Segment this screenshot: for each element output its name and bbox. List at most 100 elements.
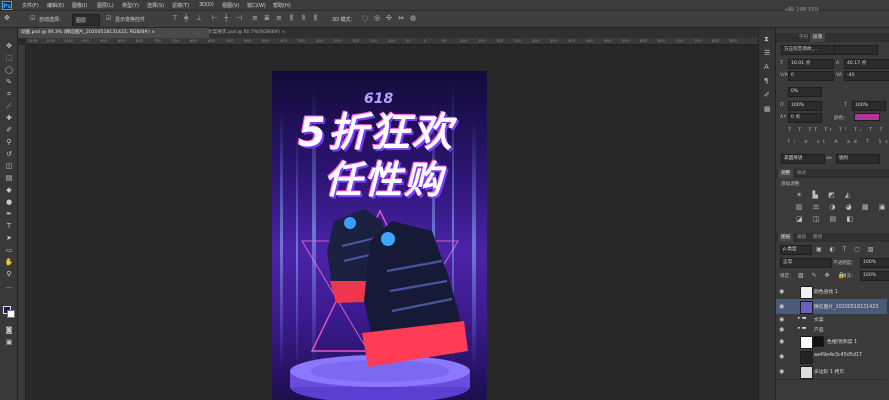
- tab-channels[interactable]: 通道: [794, 233, 809, 242]
- horizontal-scale-field[interactable]: 100%: [852, 101, 886, 111]
- hand-tool-icon[interactable]: ✋: [4, 258, 14, 267]
- blur-tool-icon[interactable]: ◆: [4, 186, 14, 195]
- properties-icon[interactable]: ☰: [764, 50, 770, 57]
- auto-select-dropdown[interactable]: 图层: [72, 14, 100, 26]
- text-panel-icon[interactable]: A: [764, 64, 769, 71]
- close-icon[interactable]: ×: [151, 30, 155, 35]
- align-right-icon[interactable]: ⊣: [236, 15, 242, 22]
- stamp-tool-icon[interactable]: ⚲: [4, 138, 14, 147]
- checkbox-icon[interactable]: ☑: [30, 15, 35, 22]
- menu-edit[interactable]: 编辑(E): [47, 2, 64, 9]
- history-icon[interactable]: ⧗: [764, 36, 769, 43]
- language-select[interactable]: 美国英语: [781, 154, 825, 164]
- distribute-h-icon[interactable]: ⫼: [290, 15, 293, 22]
- opentype-buttons[interactable]: fi σ st A ad T 1st ½: [788, 140, 889, 145]
- menu-filter[interactable]: 滤镜(T): [172, 2, 189, 9]
- menu-view[interactable]: 视图(V): [222, 2, 239, 9]
- lock-icons[interactable]: ▧ ✎ ✥ 🔒: [798, 272, 848, 279]
- blend-mode-select[interactable]: 正常: [780, 258, 832, 268]
- menu-window[interactable]: 窗口(W): [247, 2, 266, 9]
- align-top-icon[interactable]: ⊤: [172, 15, 178, 22]
- menu-file[interactable]: 文件(F): [22, 2, 39, 9]
- distribute-icon[interactable]: ≣: [264, 15, 270, 22]
- path-select-icon[interactable]: ➤: [4, 234, 14, 243]
- tab-character[interactable]: 字符: [796, 33, 811, 42]
- layer-row[interactable]: ◉ 色相/饱和度 1: [776, 334, 887, 350]
- align-center-icon[interactable]: ┼: [224, 15, 228, 22]
- tracking-field[interactable]: -40: [844, 71, 889, 81]
- swatches-icon[interactable]: ▦: [764, 106, 771, 113]
- eye-icon[interactable]: ◉: [779, 368, 784, 375]
- dodge-tool-icon[interactable]: ●: [4, 198, 14, 207]
- eraser-tool-icon[interactable]: ◫: [4, 162, 14, 171]
- brush-tool-icon[interactable]: ✐: [4, 126, 14, 135]
- 3d-pan-icon[interactable]: ✣: [386, 15, 392, 22]
- distribute-icon[interactable]: ≡: [252, 15, 258, 22]
- distribute-h-icon[interactable]: ⫼: [314, 15, 317, 22]
- layer-row-selected[interactable]: ◉ 微信图片_20200518131423: [776, 299, 887, 315]
- pen-tool-icon[interactable]: ✒: [4, 210, 14, 219]
- eye-icon[interactable]: ◉: [779, 353, 784, 360]
- tab-document-active[interactable]: 动画.psd @ 49.3% (微信图片_20200518131422, RGB…: [18, 28, 209, 38]
- menu-layer[interactable]: 图层(L): [97, 2, 114, 9]
- text-style-buttons[interactable]: T T TT Tr T¹ T₁ T T: [788, 128, 885, 133]
- menu-image[interactable]: 图像(I): [72, 2, 87, 9]
- layer-row[interactable]: ◉ ae49e4e3c45d5d17: [776, 349, 887, 365]
- text-color-swatch[interactable]: [854, 113, 880, 121]
- menu-type[interactable]: 类型(Y): [122, 2, 139, 9]
- distribute-h-icon[interactable]: ⦀: [302, 15, 305, 22]
- paragraph-icon[interactable]: ¶: [764, 78, 768, 85]
- 3d-roll-icon[interactable]: ◎: [374, 15, 380, 22]
- checkbox-icon[interactable]: ☑: [106, 15, 111, 22]
- quick-mask-icon[interactable]: ◙: [4, 326, 14, 335]
- opacity-field[interactable]: 100%: [860, 258, 889, 268]
- 3d-scale-icon[interactable]: ◍: [410, 15, 416, 22]
- layer-row[interactable]: ◉ 多边形 1 拷贝: [776, 364, 887, 380]
- move-tool-icon[interactable]: ✥: [4, 42, 14, 51]
- screen-mode-icon[interactable]: ▣: [4, 338, 14, 347]
- tab-paths[interactable]: 路径: [810, 233, 825, 242]
- zoom-tool-icon[interactable]: ⚲: [4, 270, 14, 279]
- tab-layers[interactable]: 图层: [778, 233, 794, 242]
- adjustment-icons-row2[interactable]: ▥ ⚖ ◑ ◕ ▦ ▣: [796, 203, 889, 211]
- layer-filter-icons[interactable]: ▣ ◐ T ▢ ▧: [816, 246, 877, 253]
- healing-tool-icon[interactable]: ✚: [4, 114, 14, 123]
- move-tool-icon[interactable]: ✥: [4, 15, 10, 22]
- tsume-field[interactable]: 0%: [788, 87, 822, 97]
- align-bottom-icon[interactable]: ⊥: [196, 15, 202, 22]
- type-tool-icon[interactable]: T: [4, 222, 14, 231]
- font-size-field[interactable]: 16.01 点: [788, 59, 834, 69]
- leading-field[interactable]: 40.17 点: [844, 59, 889, 69]
- adjustment-icons-row1[interactable]: ☀ ▙ ◩ ◭: [796, 191, 854, 199]
- quick-select-tool-icon[interactable]: ✎: [4, 78, 14, 87]
- tab-document[interactable]: 文案要求.psd @ 66.7%(RGB/8#) ×: [205, 28, 319, 38]
- baseline-shift-field[interactable]: 0 点: [788, 113, 822, 123]
- 3d-slide-icon[interactable]: ⇔: [398, 15, 404, 22]
- fill-field[interactable]: 100%: [860, 271, 889, 281]
- marquee-tool-icon[interactable]: ⬚: [4, 54, 14, 63]
- eyedropper-tool-icon[interactable]: ⟋: [4, 102, 14, 111]
- poster-canvas[interactable]: 618 5折狂欢 任性购: [272, 71, 487, 400]
- eye-icon[interactable]: ◉: [779, 338, 784, 345]
- history-brush-icon[interactable]: ↺: [4, 150, 14, 159]
- align-middle-icon[interactable]: ╪: [184, 15, 188, 22]
- layer-filter-select[interactable]: ρ 类型: [780, 245, 812, 255]
- background-color-swatch[interactable]: [7, 310, 15, 318]
- eye-icon[interactable]: ◉: [779, 326, 784, 333]
- close-icon[interactable]: ×: [281, 30, 285, 35]
- menu-3d[interactable]: 3D(D): [199, 2, 214, 8]
- tab-styles[interactable]: 样式: [794, 169, 809, 178]
- menu-help[interactable]: 帮助(H): [273, 2, 291, 9]
- lasso-tool-icon[interactable]: ◯: [4, 66, 14, 75]
- shape-tool-icon[interactable]: ▭: [4, 246, 14, 255]
- kerning-field[interactable]: 0: [788, 71, 834, 81]
- tab-adjustments[interactable]: 调整: [778, 169, 794, 178]
- adjustment-icons-row3[interactable]: ◪ ◫ ▤ ◧: [796, 215, 857, 223]
- eye-icon[interactable]: ◉: [779, 288, 784, 295]
- font-family-select[interactable]: 方正综艺简体_...: [781, 45, 835, 55]
- antialias-select[interactable]: 锐利: [836, 154, 880, 164]
- tab-paragraph[interactable]: 段落: [810, 33, 826, 42]
- 3d-rotate-icon[interactable]: ◌: [362, 15, 368, 22]
- font-style-select[interactable]: [834, 45, 878, 55]
- gradient-tool-icon[interactable]: ▤: [4, 174, 14, 183]
